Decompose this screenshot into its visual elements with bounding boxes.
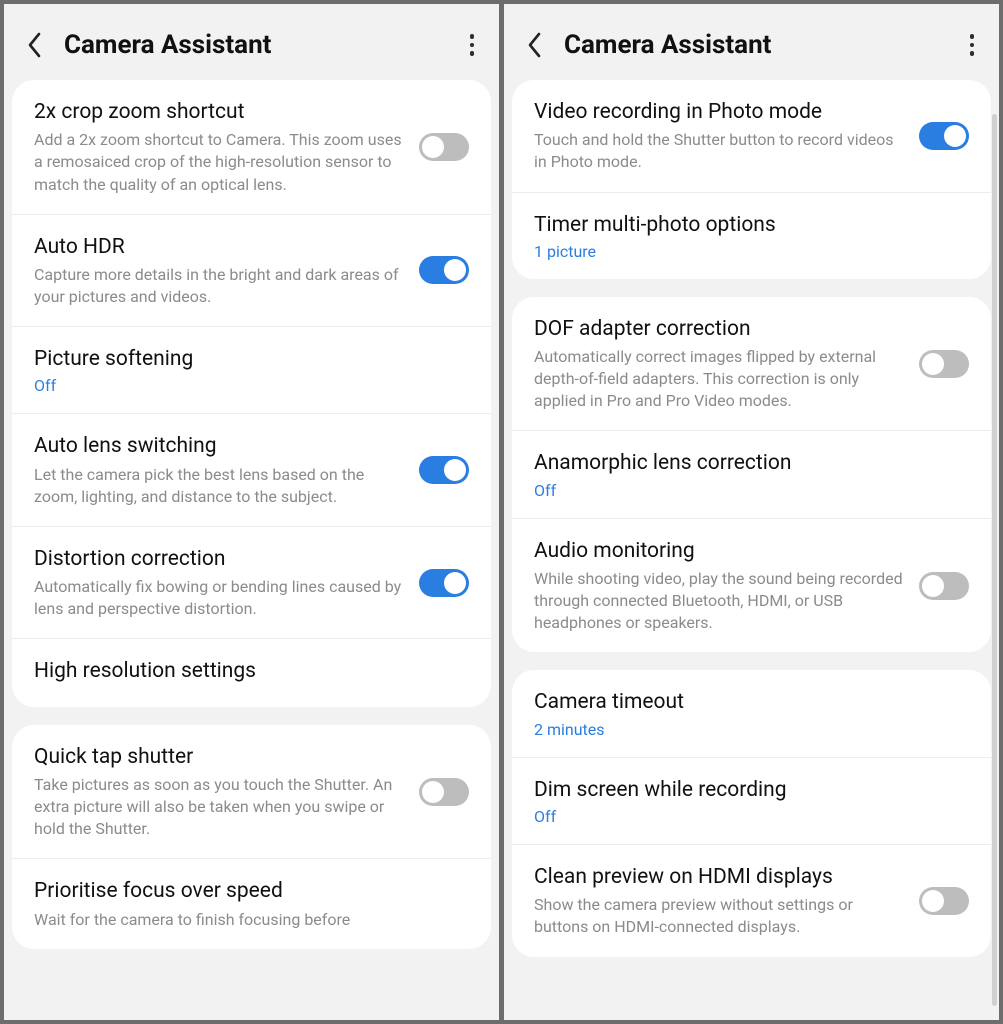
row-title: Auto lens switching xyxy=(34,432,403,460)
row-title: Picture softening xyxy=(34,345,469,373)
row-value: Off xyxy=(534,481,969,500)
row-title: 2x crop zoom shortcut xyxy=(34,98,403,126)
settings-group: DOF adapter correction Automatically cor… xyxy=(512,297,991,653)
dual-screenshot-frame: Camera Assistant 2x crop zoom shortcut A… xyxy=(0,0,1003,1024)
header: Camera Assistant xyxy=(504,4,999,80)
row-title: Audio monitoring xyxy=(534,537,903,565)
toggle-distortion-correction[interactable] xyxy=(419,569,469,597)
row-subtitle: Let the camera pick the best lens based … xyxy=(34,464,403,508)
more-options-icon[interactable] xyxy=(463,34,481,56)
page-title: Camera Assistant xyxy=(564,30,941,60)
toggle-clean-preview-hdmi[interactable] xyxy=(919,887,969,915)
row-subtitle: Automatically fix bowing or bending line… xyxy=(34,576,403,620)
row-value: 1 picture xyxy=(534,242,969,261)
row-camera-timeout[interactable]: Camera timeout 2 minutes xyxy=(512,670,991,756)
toggle-video-recording-photo-mode[interactable] xyxy=(919,122,969,150)
back-icon[interactable] xyxy=(526,31,542,59)
row-title: Quick tap shutter xyxy=(34,743,403,771)
row-subtitle: Touch and hold the Shutter button to rec… xyxy=(534,129,903,173)
toggle-audio-monitoring[interactable] xyxy=(919,572,969,600)
row-subtitle: Show the camera preview without settings… xyxy=(534,894,903,938)
settings-scroll[interactable]: Video recording in Photo mode Touch and … xyxy=(504,80,999,1020)
row-picture-softening[interactable]: Picture softening Off xyxy=(12,326,491,413)
toggle-auto-hdr[interactable] xyxy=(419,256,469,284)
row-subtitle: While shooting video, play the sound bei… xyxy=(534,568,903,634)
row-timer-multi-photo[interactable]: Timer multi-photo options 1 picture xyxy=(512,192,991,279)
row-clean-preview-hdmi[interactable]: Clean preview on HDMI displays Show the … xyxy=(512,844,991,957)
page-title: Camera Assistant xyxy=(64,30,441,60)
settings-scroll[interactable]: 2x crop zoom shortcut Add a 2x zoom shor… xyxy=(4,80,499,1020)
row-anamorphic-lens-correction[interactable]: Anamorphic lens correction Off xyxy=(512,430,991,517)
settings-group: 2x crop zoom shortcut Add a 2x zoom shor… xyxy=(12,80,491,707)
toggle-quick-tap-shutter[interactable] xyxy=(419,778,469,806)
screen-left: Camera Assistant 2x crop zoom shortcut A… xyxy=(4,4,499,1020)
row-2x-crop-zoom[interactable]: 2x crop zoom shortcut Add a 2x zoom shor… xyxy=(12,80,491,214)
row-subtitle: Automatically correct images flipped by … xyxy=(534,346,903,412)
row-title: DOF adapter correction xyxy=(534,315,903,343)
row-auto-lens-switching[interactable]: Auto lens switching Let the camera pick … xyxy=(12,413,491,526)
row-title: High resolution settings xyxy=(34,657,469,685)
toggle-2x-crop-zoom[interactable] xyxy=(419,133,469,161)
row-quick-tap-shutter[interactable]: Quick tap shutter Take pictures as soon … xyxy=(12,725,491,859)
screen-right: Camera Assistant Video recording in Phot… xyxy=(504,4,999,1020)
row-title: Dim screen while recording xyxy=(534,776,969,804)
settings-group: Quick tap shutter Take pictures as soon … xyxy=(12,725,491,949)
more-options-icon[interactable] xyxy=(963,34,981,56)
row-video-recording-photo-mode[interactable]: Video recording in Photo mode Touch and … xyxy=(512,80,991,192)
row-value: Off xyxy=(34,376,469,395)
back-icon[interactable] xyxy=(26,31,42,59)
row-title: Camera timeout xyxy=(534,688,969,716)
row-value: 2 minutes xyxy=(534,720,969,739)
row-title: Clean preview on HDMI displays xyxy=(534,863,903,891)
header: Camera Assistant xyxy=(4,4,499,80)
row-subtitle: Add a 2x zoom shortcut to Camera. This z… xyxy=(34,129,403,195)
row-distortion-correction[interactable]: Distortion correction Automatically fix … xyxy=(12,526,491,639)
row-prioritise-focus[interactable]: Prioritise focus over speed Wait for the… xyxy=(12,858,491,948)
toggle-auto-lens-switching[interactable] xyxy=(419,456,469,484)
row-title: Distortion correction xyxy=(34,545,403,573)
row-subtitle: Take pictures as soon as you touch the S… xyxy=(34,774,403,840)
toggle-dof-adapter-correction[interactable] xyxy=(919,350,969,378)
settings-group: Camera timeout 2 minutes Dim screen whil… xyxy=(512,670,991,956)
row-title: Anamorphic lens correction xyxy=(534,449,969,477)
row-audio-monitoring[interactable]: Audio monitoring While shooting video, p… xyxy=(512,518,991,653)
row-subtitle: Wait for the camera to finish focusing b… xyxy=(34,909,469,931)
row-auto-hdr[interactable]: Auto HDR Capture more details in the bri… xyxy=(12,214,491,327)
row-title: Timer multi-photo options xyxy=(534,211,969,239)
row-value: Off xyxy=(534,807,969,826)
row-title: Prioritise focus over speed xyxy=(34,877,469,905)
scrollbar-indicator[interactable] xyxy=(992,114,997,1006)
row-title: Video recording in Photo mode xyxy=(534,98,903,126)
row-dim-screen-recording[interactable]: Dim screen while recording Off xyxy=(512,757,991,844)
row-subtitle: Capture more details in the bright and d… xyxy=(34,264,403,308)
settings-group: Video recording in Photo mode Touch and … xyxy=(512,80,991,279)
row-dof-adapter-correction[interactable]: DOF adapter correction Automatically cor… xyxy=(512,297,991,431)
row-high-resolution-settings[interactable]: High resolution settings xyxy=(12,638,491,706)
row-title: Auto HDR xyxy=(34,233,403,261)
